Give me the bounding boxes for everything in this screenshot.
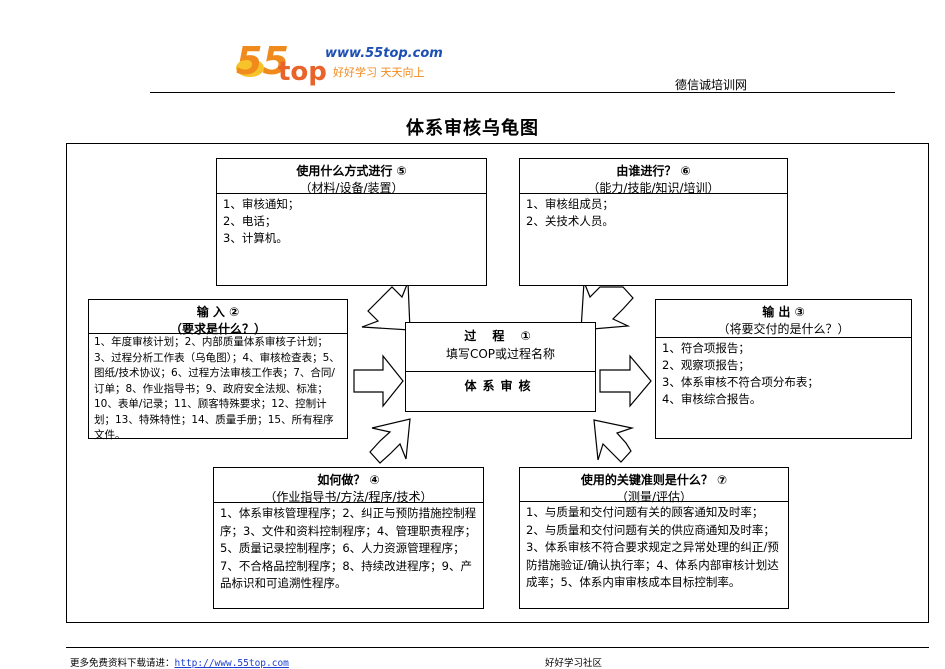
who-box: 由谁进行？ ⑥ （能力/技能/知识/培训） 1、审核组成员； 2、关技术人员。 bbox=[519, 158, 788, 286]
method-title: 使用什么方式进行 ⑤ bbox=[296, 164, 407, 178]
output-title: 输 出 ③ bbox=[762, 305, 805, 319]
who-title: 由谁进行？ ⑥ bbox=[616, 164, 691, 178]
key-criteria-body: 1、与质量和交付问题有关的顾客通知及时率；2、与质量和交付问题有关的供应商通知及… bbox=[520, 501, 788, 594]
who-item: 1、审核组成员； bbox=[526, 197, 614, 211]
output-box: 输 出 ③ （将要交付的是什么？） 1、符合项报告； 2、观察项报告； 3、体系… bbox=[655, 299, 912, 439]
process-box: 过 程 ① 填写COP或过程名称 体系审核 bbox=[405, 322, 596, 412]
arrow-process-to-output bbox=[599, 354, 652, 408]
input-body: 1、年度审核计划；2、内部质量体系审核子计划；3、过程分析工作表（乌龟图）；4、… bbox=[89, 333, 347, 445]
input-title: 输 入 ② bbox=[196, 305, 240, 319]
process-name: 体系审核 bbox=[406, 371, 595, 394]
how-title: 如何做？ ④ bbox=[317, 473, 380, 487]
arrow-method-to-process bbox=[361, 281, 411, 331]
output-item: 1、符合项报告； bbox=[662, 341, 750, 355]
footer-link[interactable]: http://www.55top.com bbox=[175, 658, 289, 669]
arrow-input-to-process bbox=[353, 354, 404, 408]
how-box: 如何做？ ④ （作业指导书/方法/程序/技术） 1、体系审核管理程序；2、纠正与… bbox=[213, 467, 484, 609]
who-item: 2、关技术人员。 bbox=[526, 214, 614, 228]
process-subtitle: 填写COP或过程名称 bbox=[445, 347, 556, 361]
output-item: 4、审核综合报告。 bbox=[662, 392, 762, 406]
output-item: 2、观察项报告； bbox=[662, 358, 750, 372]
method-item: 2、电话； bbox=[223, 214, 277, 228]
process-title: 过 程 ① bbox=[464, 329, 537, 343]
method-box: 使用什么方式进行 ⑤ （材料/设备/装置） 1、审核通知； 2、电话； 3、计算… bbox=[216, 158, 487, 286]
method-item: 1、审核通知； bbox=[223, 197, 300, 211]
key-criteria-box: 使用的关键准则是什么？ ⑦ （测量/评估） 1、与质量和交付问题有关的顾客通知及… bbox=[519, 467, 789, 609]
output-subtitle: （将要交付的是什么？） bbox=[717, 322, 850, 336]
how-body: 1、体系审核管理程序；2、纠正与预防措施控制程序；3、文件和资料控制程序；4、管… bbox=[214, 502, 483, 595]
arrow-how-to-process bbox=[369, 418, 411, 464]
method-item: 3、计算机。 bbox=[223, 231, 288, 245]
footer-right: 好好学习社区 bbox=[545, 658, 603, 669]
input-box: 输 入 ② （要求是什么？） 1、年度审核计划；2、内部质量体系审核子计划；3、… bbox=[88, 299, 348, 441]
footer-left: 更多免费资料下载请进：http://www.55top.com bbox=[70, 655, 289, 669]
footer-text: 更多免费资料下载请进： bbox=[70, 658, 175, 669]
key-criteria-title: 使用的关键准则是什么？ ⑦ bbox=[580, 473, 728, 487]
footer-divider bbox=[66, 647, 929, 648]
arrow-key-to-process bbox=[593, 419, 635, 463]
output-item: 3、体系审核不符合项分布表； bbox=[662, 375, 819, 389]
